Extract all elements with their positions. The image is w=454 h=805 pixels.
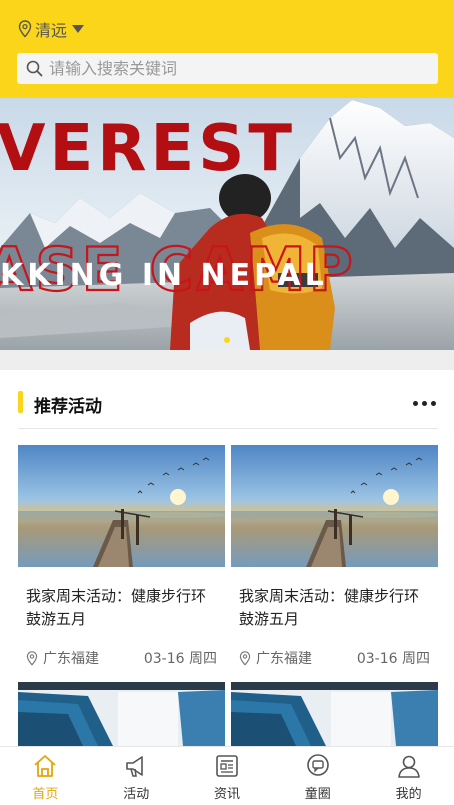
tab-mine[interactable]: 我的 <box>363 747 454 805</box>
banner-image: VEREST ASE CAMP KKING IN NEPAL <box>0 98 454 350</box>
location-selector[interactable]: 清远 <box>18 17 85 41</box>
tab-home[interactable]: 首页 <box>0 747 91 805</box>
activity-location: 广东福建 <box>26 648 99 668</box>
activity-location: 广东福建 <box>239 648 312 668</box>
activity-date: 03-16 周四 <box>356 651 430 667</box>
activity-place: 广东福建 <box>256 651 312 667</box>
tab-label: 童圈 <box>304 787 331 802</box>
tab-label: 活动 <box>123 787 150 802</box>
top-header: 清远 <box>0 0 454 98</box>
activity-title: 我家周末活动：健康步行环鼓游五月 <box>26 587 207 628</box>
tab-circle[interactable]: 童圈 <box>272 747 363 805</box>
section-gap <box>0 350 454 370</box>
tab-activity[interactable]: 活动 <box>91 747 182 805</box>
search-input[interactable] <box>49 59 429 78</box>
activity-image-sunset-pier <box>18 445 225 567</box>
recommended-header: 推荐活动 <box>0 370 454 428</box>
chat-circle-icon <box>306 754 329 776</box>
activity-image-sunset-pier <box>231 445 438 567</box>
tab-news[interactable]: 资讯 <box>182 747 273 805</box>
carousel-indicator <box>0 337 454 343</box>
tab-label: 我的 <box>395 787 422 802</box>
search-box[interactable] <box>17 53 438 84</box>
tab-label: 资讯 <box>213 787 240 802</box>
tab-label: 首页 <box>32 787 59 802</box>
location-pin-icon <box>18 20 32 38</box>
activity-title: 我家周末活动：健康步行环鼓游五月 <box>239 587 420 628</box>
activity-image-train-interior <box>231 682 438 746</box>
activity-card-partial[interactable] <box>18 682 225 746</box>
activity-place: 广东福建 <box>43 651 99 667</box>
activity-card-partial[interactable] <box>231 682 438 746</box>
banner-carousel[interactable]: VEREST ASE CAMP KKING IN NEPAL <box>0 98 454 350</box>
location-label: 清远 <box>35 21 68 40</box>
section-accent-bar <box>18 391 23 413</box>
caret-down-icon <box>72 25 85 33</box>
carousel-dot[interactable] <box>224 337 230 343</box>
activity-meta: 广东福建 03-16 周四 <box>26 648 217 668</box>
section-title: 推荐活动 <box>34 397 102 417</box>
activity-card[interactable]: 我家周末活动：健康步行环鼓游五月 广东福建 03-16 周四 <box>231 445 438 668</box>
megaphone-icon <box>126 756 143 777</box>
location-pin-icon <box>239 650 251 666</box>
divider <box>18 428 438 429</box>
activity-date: 03-16 周四 <box>143 651 217 667</box>
home-icon <box>34 755 56 777</box>
news-icon <box>216 755 238 777</box>
activity-meta: 广东福建 03-16 周四 <box>239 648 430 668</box>
user-icon <box>397 755 420 778</box>
more-dots-icon[interactable] <box>413 401 436 406</box>
activity-image-train-interior <box>18 682 225 746</box>
activity-card[interactable]: 我家周末活动：健康步行环鼓游五月 广东福建 03-16 周四 <box>18 445 225 668</box>
search-icon <box>26 60 43 77</box>
bottom-tab-bar: 首页 活动 资讯 童圈 我的 <box>0 746 454 805</box>
location-pin-icon <box>26 650 38 666</box>
banner-subtitle: KKING IN NEPAL <box>0 258 328 293</box>
